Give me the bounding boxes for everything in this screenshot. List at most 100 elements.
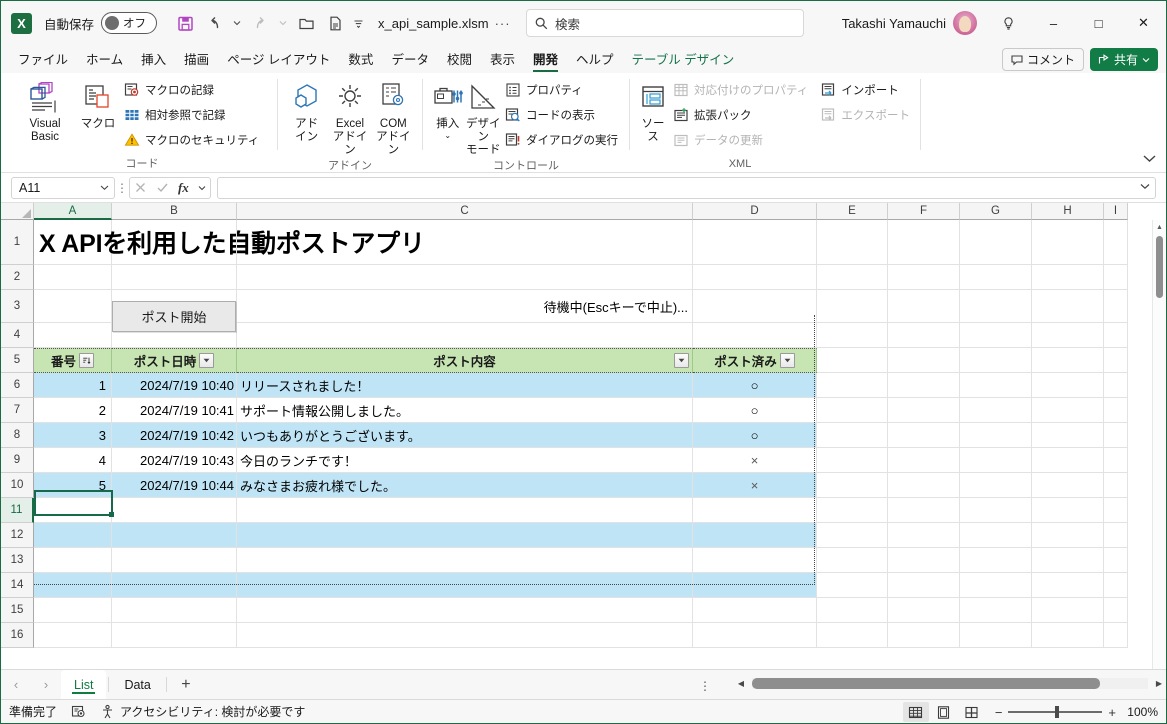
redo-dropdown-icon[interactable] xyxy=(275,9,291,37)
tab-insert[interactable]: 挿入 xyxy=(132,46,175,73)
sheet-tab-list[interactable]: List xyxy=(61,670,107,699)
close-button[interactable]: ✕ xyxy=(1121,1,1166,45)
row-header-9[interactable]: 9 xyxy=(1,448,34,473)
filter-button-posted[interactable] xyxy=(779,353,795,368)
cell-C4[interactable] xyxy=(237,323,693,348)
vertical-scrollbar[interactable]: ▲ xyxy=(1152,220,1166,669)
filter-button-content[interactable] xyxy=(674,353,689,368)
cell-I8[interactable] xyxy=(1104,423,1128,448)
cell-B10[interactable]: 2024/7/19 10:44 xyxy=(112,473,237,498)
cell-D6[interactable]: ○ xyxy=(693,373,817,398)
enter-icon[interactable] xyxy=(156,181,169,194)
macro-button[interactable]: マクロ xyxy=(76,76,120,131)
cell-A12[interactable] xyxy=(34,523,112,548)
tab-home[interactable]: ホーム xyxy=(77,46,132,73)
cell-H3[interactable] xyxy=(1032,290,1104,323)
formula-bar-handle[interactable]: ⋮ xyxy=(115,181,129,195)
cell-F14[interactable] xyxy=(888,573,960,598)
next-sheet-arrow[interactable]: › xyxy=(31,670,61,699)
column-header-G[interactable]: G xyxy=(960,203,1032,220)
cell-I11[interactable] xyxy=(1104,498,1128,523)
zoom-level-label[interactable]: 100% xyxy=(1118,705,1158,719)
cell-C9[interactable]: 今日のランチです！ xyxy=(237,448,693,473)
cell-C11[interactable] xyxy=(237,498,693,523)
cell-G3[interactable] xyxy=(960,290,1032,323)
import-button[interactable]: インポート xyxy=(816,79,914,101)
cell-A14[interactable] xyxy=(34,573,112,598)
cell-F13[interactable] xyxy=(888,548,960,573)
normal-view-button[interactable] xyxy=(902,702,929,722)
cell-D14[interactable] xyxy=(693,573,817,598)
cell-F16[interactable] xyxy=(888,623,960,648)
table-header-datetime[interactable]: ポスト日時 xyxy=(112,348,237,373)
cell-F4[interactable] xyxy=(888,323,960,348)
row-header-11[interactable]: 11 xyxy=(1,498,34,523)
cell-F11[interactable] xyxy=(888,498,960,523)
cell-E8[interactable] xyxy=(817,423,888,448)
name-box[interactable]: A11 xyxy=(11,176,115,199)
cell-B6[interactable]: 2024/7/19 10:40 xyxy=(112,373,237,398)
insert-function-icon[interactable]: fx xyxy=(178,180,189,196)
accessibility-status[interactable]: アクセシビリティ: 検討が必要です xyxy=(100,703,305,720)
cell-H5[interactable] xyxy=(1032,348,1104,373)
cell-D11[interactable] xyxy=(693,498,817,523)
cell-E10[interactable] xyxy=(817,473,888,498)
vertical-scroll-thumb[interactable] xyxy=(1156,236,1163,298)
qat-more-icon[interactable] xyxy=(350,9,366,37)
search-input[interactable]: 検索 xyxy=(526,9,804,37)
account-name[interactable]: Takashi Yamauchi xyxy=(842,16,946,31)
cell-A4[interactable] xyxy=(34,323,112,348)
cell-C16[interactable] xyxy=(237,623,693,648)
macro-record-status-button[interactable] xyxy=(71,704,86,719)
cell-B2[interactable] xyxy=(112,265,237,290)
cell-E11[interactable] xyxy=(817,498,888,523)
page-break-view-button[interactable] xyxy=(959,702,985,722)
cell-D9[interactable]: × xyxy=(693,448,817,473)
zoom-out-button[interactable]: − xyxy=(995,705,1003,720)
cell-I3[interactable] xyxy=(1104,290,1128,323)
cell-H13[interactable] xyxy=(1032,548,1104,573)
cell-F9[interactable] xyxy=(888,448,960,473)
cell-E2[interactable] xyxy=(817,265,888,290)
cell-A6[interactable]: 1 xyxy=(34,373,112,398)
cell-H10[interactable] xyxy=(1032,473,1104,498)
tab-data[interactable]: データ xyxy=(382,46,438,73)
redo-icon[interactable] xyxy=(246,9,274,37)
comments-button[interactable]: コメント xyxy=(1001,48,1084,71)
cell-G13[interactable] xyxy=(960,548,1032,573)
cell-B14[interactable] xyxy=(112,573,237,598)
row-header-3[interactable]: 3 xyxy=(1,290,34,323)
file-name-more-icon[interactable]: ··· xyxy=(495,16,511,31)
row-header-14[interactable]: 14 xyxy=(1,573,34,598)
cell-G2[interactable] xyxy=(960,265,1032,290)
cell-H1[interactable] xyxy=(1032,220,1104,265)
collapse-ribbon-icon[interactable] xyxy=(1143,152,1156,166)
cell-D7[interactable]: ○ xyxy=(693,398,817,423)
sheet-bar-handle[interactable]: ⋮ xyxy=(699,679,711,693)
scroll-right-arrow[interactable]: ▶ xyxy=(1152,679,1166,688)
cell-A10[interactable]: 5 xyxy=(34,473,112,498)
cell-I10[interactable] xyxy=(1104,473,1128,498)
xml-source-button[interactable]: ソース xyxy=(637,76,669,144)
column-header-I[interactable]: I xyxy=(1104,203,1128,220)
scroll-up-arrow[interactable]: ▲ xyxy=(1153,220,1166,234)
cell-E12[interactable] xyxy=(817,523,888,548)
zoom-knob[interactable] xyxy=(1055,706,1060,718)
cell-I5[interactable] xyxy=(1104,348,1128,373)
page-layout-view-button[interactable] xyxy=(931,702,957,722)
cell-I9[interactable] xyxy=(1104,448,1128,473)
column-header-H[interactable]: H xyxy=(1032,203,1104,220)
cell-G7[interactable] xyxy=(960,398,1032,423)
table-header-number[interactable]: 番号 xyxy=(34,348,112,373)
row-header-5[interactable]: 5 xyxy=(1,348,34,373)
cell-G15[interactable] xyxy=(960,598,1032,623)
cell-I12[interactable] xyxy=(1104,523,1128,548)
row-header-4[interactable]: 4 xyxy=(1,323,34,348)
row-header-6[interactable]: 6 xyxy=(1,373,34,398)
cell-F8[interactable] xyxy=(888,423,960,448)
cell-F6[interactable] xyxy=(888,373,960,398)
cell-A2[interactable] xyxy=(34,265,112,290)
insert-control-button[interactable]: 挿入 ⌄ xyxy=(430,76,466,140)
cell-D1[interactable] xyxy=(693,220,817,265)
cell-G5[interactable] xyxy=(960,348,1032,373)
